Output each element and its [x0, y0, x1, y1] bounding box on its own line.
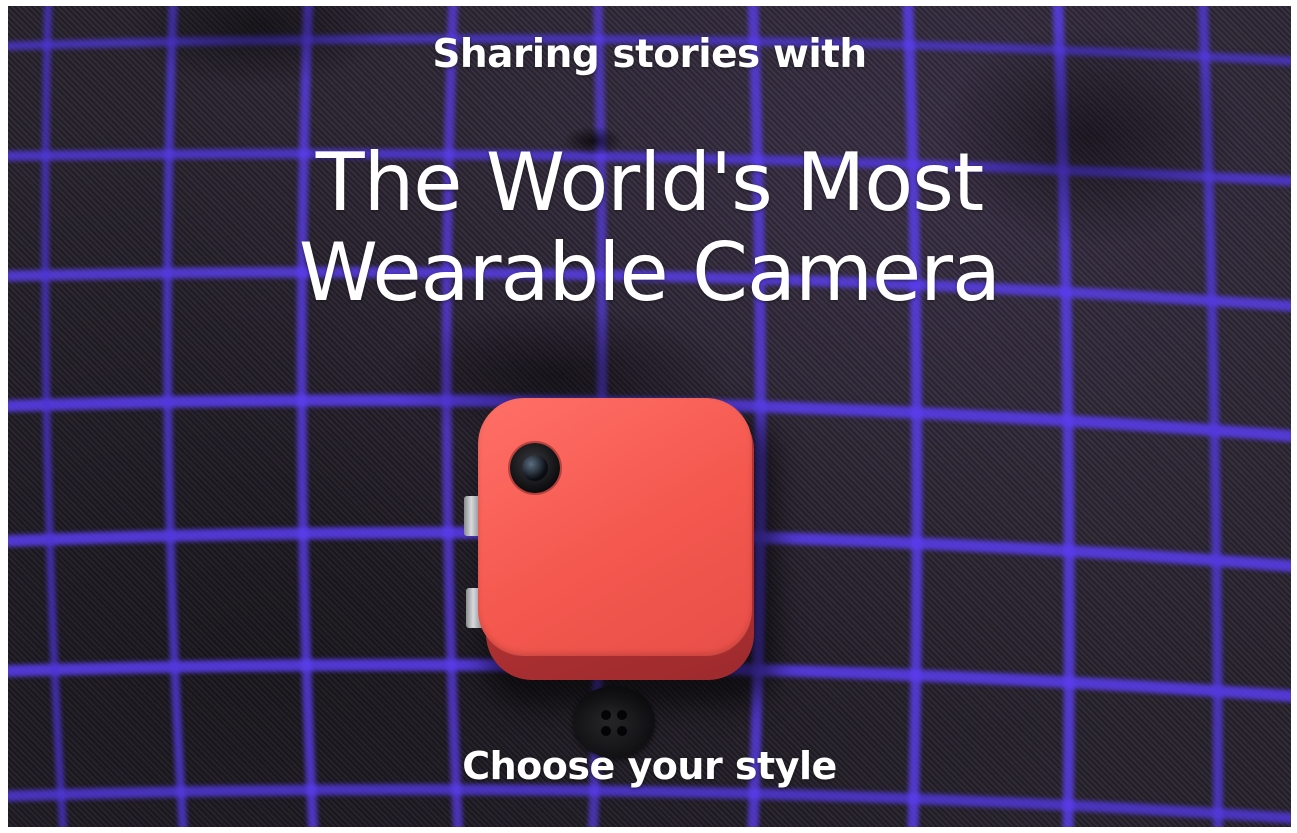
- camera-lens-icon: [510, 443, 560, 493]
- hero-title: The World's Most Wearable Camera: [8, 138, 1291, 318]
- hero-subtitle: Sharing stories with: [432, 32, 867, 77]
- hero-title-line-1: The World's Most: [315, 136, 985, 229]
- wearable-camera-image: [478, 398, 752, 656]
- choose-style-link[interactable]: Choose your style: [8, 744, 1291, 788]
- hero-title-line-2: Wearable Camera: [298, 226, 1001, 319]
- button-hole: [601, 726, 611, 736]
- lens-glass: [522, 455, 548, 481]
- button-hole: [601, 710, 611, 720]
- hero-banner: Sharing stories with The World's Most We…: [8, 6, 1291, 827]
- button-hole: [617, 710, 627, 720]
- button-hole: [617, 726, 627, 736]
